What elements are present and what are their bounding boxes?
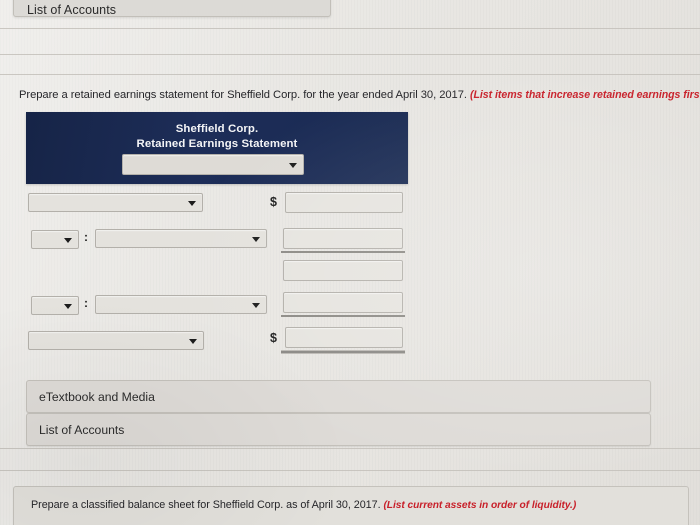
chevron-down-icon xyxy=(64,303,72,309)
balance-sheet-hint: (List current assets in order of liquidi… xyxy=(383,500,577,511)
row-4-subtotal-rule xyxy=(281,315,405,317)
balance-sheet-prompt: Prepare a classified balance sheet for S… xyxy=(31,499,381,511)
row-1-dollar-sign: $ xyxy=(270,195,277,209)
divider-rule xyxy=(0,28,700,29)
row-5-amount-input[interactable] xyxy=(285,327,403,348)
divider-rule xyxy=(0,54,700,55)
row-2-line-select[interactable] xyxy=(95,229,267,248)
row-4-prefix-select[interactable] xyxy=(31,296,79,315)
divider-rule xyxy=(0,448,700,449)
chevron-down-icon xyxy=(64,237,72,243)
row-1-amount-input[interactable] xyxy=(285,192,403,213)
divider-rule xyxy=(0,74,700,75)
row-1-line-select[interactable] xyxy=(28,193,203,212)
row-3-amount-input[interactable] xyxy=(283,260,403,281)
row-2-subtotal-rule xyxy=(281,251,405,253)
top-list-of-accounts-label: List of Accounts xyxy=(27,3,117,17)
list-of-accounts-label: List of Accounts xyxy=(39,423,125,437)
company-name: Sheffield Corp. xyxy=(175,123,259,135)
retained-earnings-instruction: Prepare a retained earnings statement fo… xyxy=(19,89,700,101)
retained-earnings-prompt: Prepare a retained earnings statement fo… xyxy=(19,89,467,101)
balance-sheet-instruction: Prepare a classified balance sheet for S… xyxy=(31,499,576,511)
list-of-accounts-button[interactable]: List of Accounts xyxy=(26,413,651,446)
row-5-total-double-rule xyxy=(281,350,405,354)
statement-period-select[interactable] xyxy=(122,154,304,175)
chevron-down-icon xyxy=(289,162,297,168)
etextbook-and-media-label: eTextbook and Media xyxy=(39,390,155,404)
chevron-down-icon xyxy=(189,338,197,344)
chevron-down-icon xyxy=(252,302,260,308)
row-4-line-select[interactable] xyxy=(95,295,267,314)
divider-rule xyxy=(0,470,700,471)
etextbook-and-media-button[interactable]: eTextbook and Media xyxy=(26,380,651,413)
row-4-amount-input[interactable] xyxy=(283,292,403,313)
row-4-colon: : xyxy=(84,296,88,310)
row-5-line-select[interactable] xyxy=(28,331,204,350)
chevron-down-icon xyxy=(252,236,260,242)
row-5-dollar-sign: $ xyxy=(270,331,277,345)
retained-earnings-hint: (List items that increase retained earni… xyxy=(470,89,700,101)
row-2-amount-input[interactable] xyxy=(283,228,403,249)
row-2-colon: : xyxy=(84,230,88,244)
chevron-down-icon xyxy=(188,200,196,206)
assignment-screen: List of Accounts Prepare a retained earn… xyxy=(0,0,700,525)
row-2-prefix-select[interactable] xyxy=(31,230,79,249)
statement-title: Retained Earnings Statement xyxy=(136,138,298,150)
top-list-of-accounts-button[interactable]: List of Accounts xyxy=(13,0,331,17)
